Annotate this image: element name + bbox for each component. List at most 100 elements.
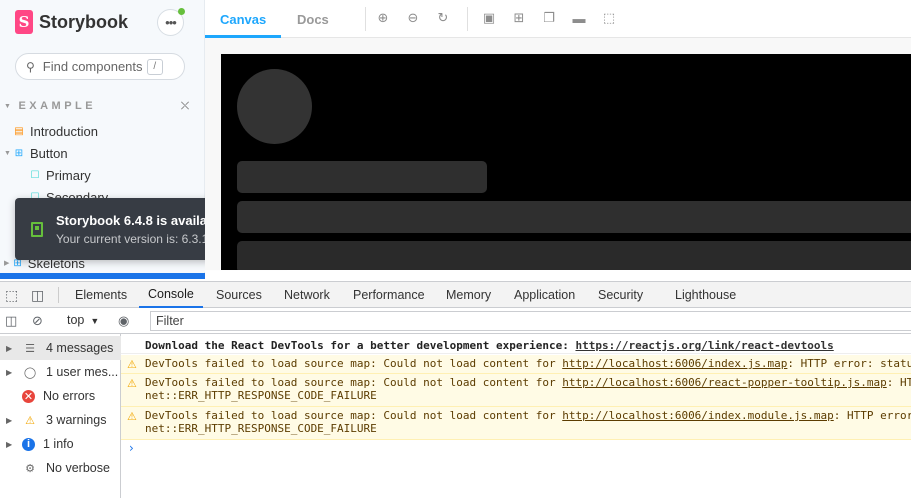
tab-performance[interactable]: Performance	[353, 282, 425, 308]
tab-memory[interactable]: Memory	[446, 282, 491, 308]
inspect-element-icon[interactable]: ⬚	[5, 287, 18, 304]
tree-item-introduction[interactable]: ▤ Introduction	[14, 124, 98, 139]
zoom-reset-icon[interactable]: ↻	[435, 10, 451, 26]
bookmark-icon: ☐	[30, 170, 40, 181]
search-box[interactable]: ⚲ /	[15, 53, 185, 80]
sidebar-item-messages[interactable]: ▶ ☰ 4 messages	[0, 336, 121, 360]
image-icon[interactable]: ▣	[481, 10, 497, 26]
book-icon	[31, 222, 43, 237]
tree-item-primary[interactable]: ☐ Primary	[30, 168, 91, 183]
message-link[interactable]: https://reactjs.org/link/react-devtools	[575, 339, 833, 352]
screen: S Storybook ••• ⚲ / ▼ EXAMPLE ⤬ ▤ Introd…	[0, 0, 911, 498]
brand-name: Storybook	[39, 11, 129, 32]
search-input[interactable]	[42, 59, 147, 74]
storybook-toolbar: Canvas Docs ⊕ ⊖ ↻ ▣ ⊞ ❐ ▬ ⬚	[205, 0, 911, 38]
caret-right-icon: ▶	[6, 343, 13, 353]
outline-icon[interactable]: ❐	[541, 10, 557, 26]
context-selector[interactable]: top ▼	[67, 313, 99, 327]
sidebar-item-verbose[interactable]: ⚙ No verbose	[0, 456, 121, 480]
verbose-icon: ⚙	[25, 462, 35, 475]
caret-right-icon: ▶	[6, 367, 13, 377]
tab-console[interactable]: Console	[139, 282, 203, 308]
tab-security[interactable]: Security	[598, 282, 643, 308]
console-output[interactable]: Download the React DevTools for a better…	[121, 334, 911, 498]
device-toolbar-icon[interactable]: ◫	[31, 287, 44, 304]
storybook-brand[interactable]: S Storybook	[15, 10, 128, 34]
message-link[interactable]: http://localhost:6006/index.js.map	[562, 357, 787, 370]
console-warning: ⚠ DevTools failed to load source map: Co…	[121, 407, 911, 440]
tab-docs[interactable]: Docs	[297, 0, 329, 38]
context-value: top	[67, 313, 85, 327]
console-warning: ⚠ DevTools failed to load source map: Co…	[121, 355, 911, 374]
info-icon: i	[22, 437, 35, 451]
storybook-logo-icon: S	[15, 10, 33, 34]
error-icon: ✕	[22, 389, 35, 403]
sidebar-item-user-messages[interactable]: ▶ ◯ 1 user mes...	[0, 360, 121, 384]
toggle-sidebar-icon[interactable]: ◫	[5, 313, 17, 329]
toolbar-divider	[58, 287, 59, 303]
warning-icon: ⚠	[127, 377, 137, 390]
tree-item-label: Button	[30, 146, 68, 161]
tab-lighthouse[interactable]: Lighthouse	[675, 282, 736, 308]
sidebar-item-info[interactable]: ▶ i 1 info	[0, 432, 121, 456]
console-message: Download the React DevTools for a better…	[121, 334, 911, 354]
sidebar-item-label: 3 warnings	[46, 413, 107, 427]
story-preview[interactable]	[221, 54, 911, 270]
skeleton-line	[237, 161, 487, 193]
search-icon: ⚲	[26, 59, 35, 74]
user-icon: ◯	[23, 366, 37, 379]
caret-down-icon: ▼	[4, 150, 11, 157]
sidebar-item-errors[interactable]: ✕ No errors	[0, 384, 121, 408]
grid-icon[interactable]: ⊞	[511, 10, 527, 26]
tab-canvas[interactable]: Canvas	[205, 0, 282, 38]
toast-subtitle: Your current version is: 6.3.12	[56, 232, 215, 246]
console-warning: ⚠ DevTools failed to load source map: Co…	[121, 374, 911, 407]
tab-application[interactable]: Application	[514, 282, 575, 308]
tab-elements[interactable]: Elements	[75, 282, 127, 308]
devtools-tab-bar: ⬚ ◫ Elements Console Sources Network Per…	[0, 281, 911, 308]
update-notification-dot	[178, 8, 185, 15]
tree-item-label: Primary	[46, 168, 91, 183]
ruler-icon[interactable]: ▬	[571, 10, 587, 26]
skeleton-avatar	[237, 69, 312, 144]
warning-icon: ⚠	[127, 410, 137, 423]
component-icon: ⊞	[14, 148, 24, 159]
caret-right-icon: ▶	[6, 439, 13, 449]
sidebar-item-label: 4 messages	[46, 341, 114, 355]
warning-icon: ⚠	[127, 358, 137, 371]
console-sidebar: ▶ ☰ 4 messages ▶ ◯ 1 user mes... ✕ No er…	[0, 334, 121, 498]
section-header-example[interactable]: ▼ EXAMPLE ⤬	[4, 100, 189, 112]
filter-input[interactable]	[150, 311, 911, 331]
search-shortcut-badge: /	[146, 58, 163, 75]
sidebar-item-label: No errors	[43, 389, 96, 403]
toolbar-divider	[467, 7, 468, 31]
caret-down-icon: ▼	[4, 102, 15, 110]
console-prompt[interactable]: ›	[129, 441, 134, 455]
eye-icon[interactable]: ◉	[118, 313, 129, 329]
toolbar-divider	[365, 7, 366, 31]
collapse-all-icon[interactable]: ⤬	[181, 101, 189, 112]
clear-console-icon[interactable]: ⊘	[32, 313, 43, 329]
console-filter-bar: ◫ ⊘ top ▼ ◉	[0, 308, 911, 334]
sidebar-item-label: 1 info	[43, 437, 74, 451]
canvas-area	[205, 38, 911, 270]
caret-right-icon: ▶	[4, 260, 10, 267]
dropdown-arrow-icon: ▼	[90, 316, 100, 326]
list-icon: ☰	[25, 342, 35, 355]
sidebar-item-label: No verbose	[46, 461, 110, 475]
zoom-out-icon[interactable]: ⊖	[405, 10, 421, 26]
message-link[interactable]: http://localhost:6006/index.module.js.ma…	[562, 409, 834, 422]
loading-progress-bar	[0, 273, 205, 279]
skeleton-line	[237, 241, 911, 270]
tab-sources[interactable]: Sources	[216, 282, 262, 308]
tab-network[interactable]: Network	[284, 282, 330, 308]
caret-right-icon: ▶	[6, 415, 13, 425]
zoom-in-icon[interactable]: ⊕	[375, 10, 391, 26]
warning-icon: ⚠	[25, 414, 35, 427]
fullscreen-icon[interactable]: ⬚	[601, 10, 617, 26]
section-title: EXAMPLE	[18, 100, 97, 112]
message-link[interactable]: http://localhost:6006/react-popper-toolt…	[562, 376, 887, 389]
tree-item-button[interactable]: ▼ ⊞ Button	[4, 146, 68, 161]
sidebar-item-warnings[interactable]: ▶ ⚠ 3 warnings	[0, 408, 121, 432]
document-icon: ▤	[14, 126, 24, 137]
